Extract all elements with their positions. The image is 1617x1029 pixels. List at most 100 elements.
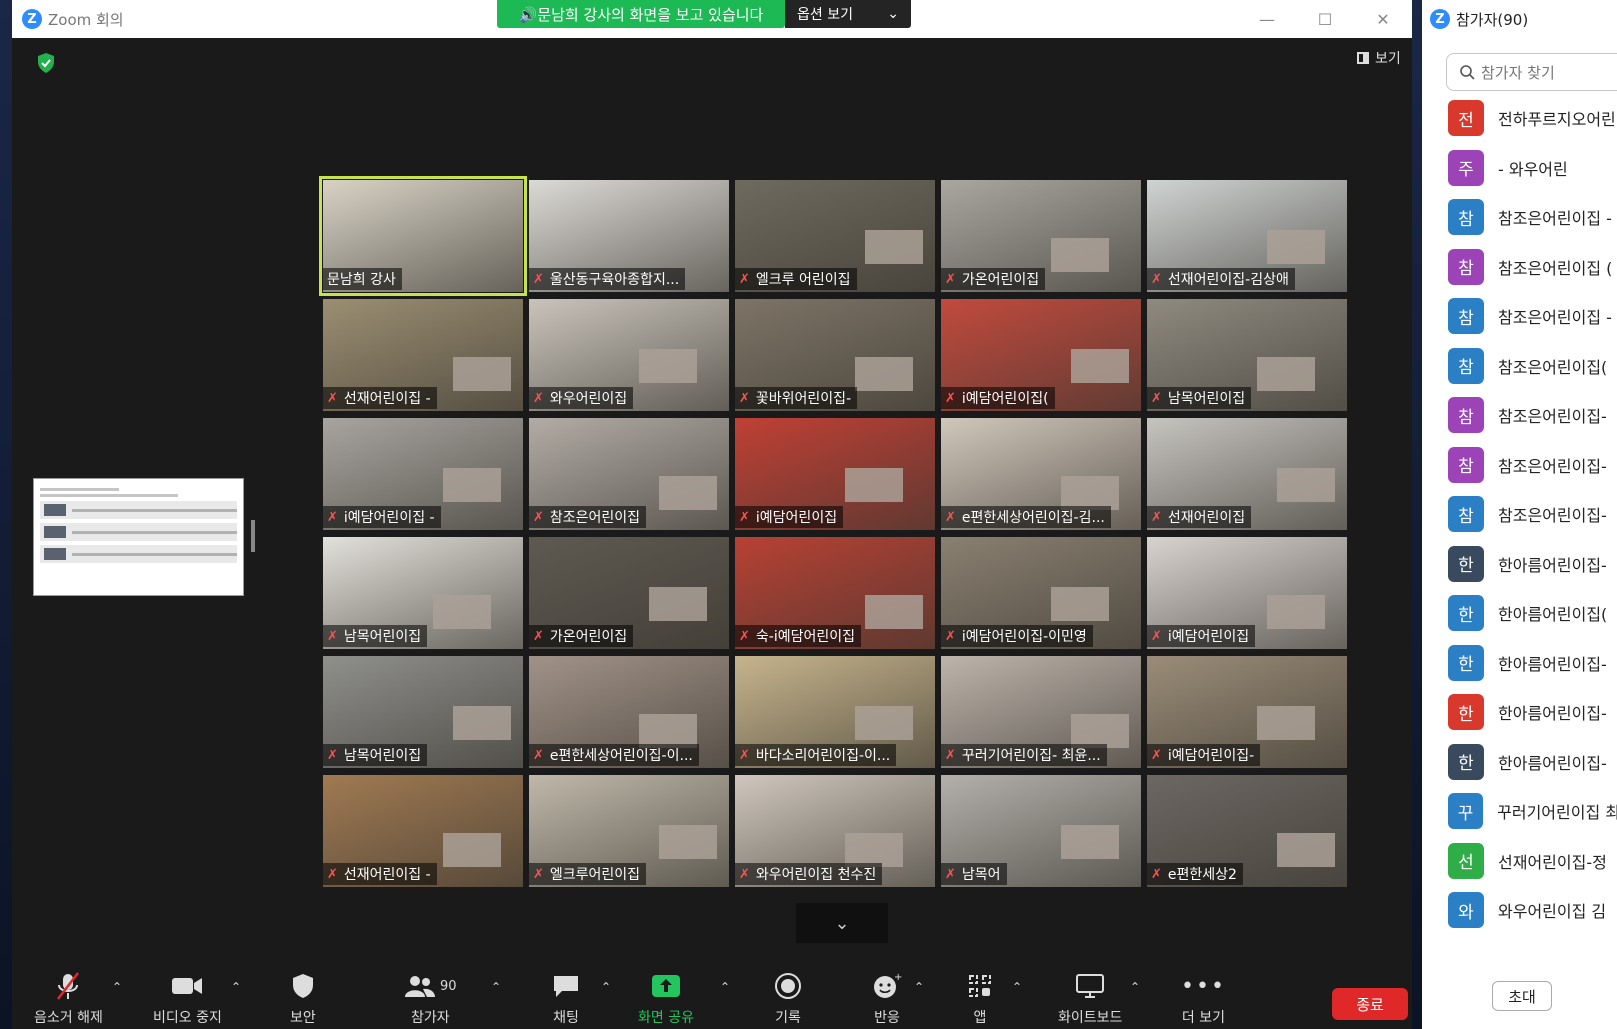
audio-options-caret[interactable]: ⌃ bbox=[112, 980, 122, 994]
video-tile[interactable]: ✗ 울산동구육아종합지... bbox=[529, 180, 729, 292]
participant-list-item[interactable]: 전 전하푸르지오어린 bbox=[1422, 98, 1617, 138]
participant-name: 한아름어린이집- bbox=[1498, 704, 1607, 723]
video-tile[interactable]: ✗ 남목어린이집 bbox=[323, 656, 523, 768]
share-options-caret[interactable]: ⌃ bbox=[720, 980, 730, 994]
participant-list-item[interactable]: 와 와우어린이집 김 bbox=[1422, 890, 1617, 930]
invite-button[interactable]: 초대 bbox=[1492, 981, 1552, 1011]
apps-button[interactable]: 앱 bbox=[967, 970, 993, 1027]
participants-panel: Z 참가자(90) 참가자 찾기 전 전하푸르지오어린 주 - 와우어린 참 참조은어린이… bbox=[1422, 0, 1617, 1029]
video-tile[interactable]: ✗ 가온어린이집 bbox=[529, 537, 729, 649]
video-tile[interactable]: ✗ e편한세상어린이집-이... bbox=[529, 656, 729, 768]
next-page-button[interactable]: ⌄ bbox=[796, 903, 888, 943]
video-tile[interactable]: ✗ i예담어린이집-이민영 bbox=[941, 537, 1141, 649]
participant-name: 와우어린이집 김 bbox=[1498, 902, 1607, 921]
video-tile[interactable]: ✗ 숙-i예담어린이집 bbox=[735, 537, 935, 649]
participant-list-item[interactable]: 참 참조은어린이집- bbox=[1422, 494, 1617, 534]
encryption-shield-icon[interactable] bbox=[36, 52, 56, 74]
whiteboard-options-caret[interactable]: ⌃ bbox=[1130, 980, 1140, 994]
avatar: 한 bbox=[1448, 644, 1484, 681]
participant-name: 꾸러기어린이집 최 bbox=[1497, 803, 1617, 822]
video-tile[interactable]: ✗ 남목어린이집 bbox=[323, 537, 523, 649]
more-label: 더 보기 bbox=[1181, 1010, 1226, 1026]
mic-muted-icon: ✗ bbox=[945, 390, 956, 406]
participants-button[interactable]: 90 참가자 bbox=[404, 970, 457, 1027]
participant-list-item[interactable]: 선 선재어린이집-정 bbox=[1422, 841, 1617, 881]
participant-list-item[interactable]: 참 참조은어린이집 - bbox=[1422, 296, 1617, 336]
video-tile[interactable]: ✗ 꽃바위어린이집- bbox=[735, 299, 935, 411]
privacy-blur bbox=[639, 714, 697, 748]
video-tile[interactable]: ✗ 와우어린이집 천수진 bbox=[735, 775, 935, 887]
maximize-icon[interactable]: ☐ bbox=[1296, 0, 1354, 38]
more-button[interactable]: ••• 더 보기 bbox=[1181, 970, 1226, 1027]
participant-list-item[interactable]: 참 참조은어린이집- bbox=[1422, 395, 1617, 435]
view-layout-button[interactable]: 보기 bbox=[1357, 48, 1401, 68]
tile-name: 꾸러기어린이집- 최윤... bbox=[961, 748, 1101, 764]
video-tile[interactable]: ✗ 바다소리어린이집-이... bbox=[735, 656, 935, 768]
tile-name: 문남희 강사 bbox=[327, 272, 396, 288]
close-icon[interactable]: ✕ bbox=[1354, 0, 1412, 38]
record-button[interactable]: 기록 bbox=[774, 970, 802, 1027]
video-tile[interactable]: ✗ 선재어린이집 bbox=[1147, 418, 1347, 530]
video-tile[interactable]: ✗ 참조은어린이집 bbox=[529, 418, 729, 530]
participant-list-item[interactable]: 참 참조은어린이집- bbox=[1422, 445, 1617, 485]
video-tile[interactable]: ✗ 가온어린이집 bbox=[941, 180, 1141, 292]
video-tile[interactable]: ✗ 남목어린이집 bbox=[1147, 299, 1347, 411]
participants-options-caret[interactable]: ⌃ bbox=[491, 980, 501, 994]
chat-icon bbox=[554, 976, 578, 997]
participant-list-item[interactable]: 주 - 와우어린 bbox=[1422, 148, 1617, 188]
video-tile[interactable]: ✗ e편한세상2 bbox=[1147, 775, 1347, 887]
share-screen-button[interactable]: 화면 공유 bbox=[638, 970, 694, 1027]
video-tile[interactable]: ✗ i예담어린이집- bbox=[1147, 656, 1347, 768]
avatar: 참 bbox=[1448, 298, 1484, 334]
video-tile[interactable]: ✗ i예담어린이집( bbox=[941, 299, 1141, 411]
participant-list-item[interactable]: 한 한아름어린이집( bbox=[1422, 593, 1617, 633]
video-tile[interactable]: ✗ 남목어 bbox=[941, 775, 1141, 887]
stop-video-button[interactable]: 비디오 중지 bbox=[153, 970, 222, 1027]
participants-icon bbox=[405, 976, 435, 997]
reactions-options-caret[interactable]: ⌃ bbox=[914, 980, 924, 994]
tile-name: i예담어린이집 bbox=[1167, 629, 1250, 645]
video-tile[interactable]: ✗ 선재어린이집-김상애 bbox=[1147, 180, 1347, 292]
video-tile[interactable]: ✗ 꾸러기어린이집- 최윤... bbox=[941, 656, 1141, 768]
stop-video-label: 비디오 중지 bbox=[153, 1010, 222, 1026]
view-options-button[interactable]: 옵션 보기 ⌄ bbox=[785, 0, 911, 28]
video-tile[interactable]: ✗ e편한세상어린이집-김... bbox=[941, 418, 1141, 530]
video-tile[interactable]: ✗ i예담어린이집 bbox=[735, 418, 935, 530]
tile-name: 선재어린이집 bbox=[1167, 510, 1246, 526]
participant-list-item[interactable]: 참 참조은어린이집 ( bbox=[1422, 247, 1617, 287]
shared-screen-thumbnail[interactable] bbox=[33, 478, 244, 596]
video-options-caret[interactable]: ⌃ bbox=[231, 980, 241, 994]
participant-list-item[interactable]: 한 한아름어린이집- bbox=[1422, 692, 1617, 732]
whiteboard-icon bbox=[1076, 974, 1105, 998]
privacy-blur bbox=[1257, 357, 1315, 391]
reactions-button[interactable]: + 반응 bbox=[872, 970, 902, 1027]
participant-list-item[interactable]: 한 한아름어린이집- bbox=[1422, 742, 1617, 782]
participant-list-item[interactable]: 참 참조은어린이집 - bbox=[1422, 197, 1617, 237]
video-tile[interactable]: ✗ 선재어린이집 - bbox=[323, 775, 523, 887]
split-view-handle[interactable] bbox=[251, 520, 255, 552]
minimize-icon[interactable]: — bbox=[1238, 0, 1296, 38]
participant-search-input[interactable]: 참가자 찾기 bbox=[1446, 53, 1617, 91]
whiteboard-button[interactable]: 화이트보드 bbox=[1058, 970, 1122, 1027]
video-tile[interactable]: ✗ 선재어린이집 - bbox=[323, 299, 523, 411]
participant-list-item[interactable]: 한 한아름어린이집- bbox=[1422, 544, 1617, 584]
video-tile[interactable]: ✗ 엘크루 어린이집 bbox=[735, 180, 935, 292]
chat-button[interactable]: 채팅 bbox=[552, 970, 580, 1027]
mic-muted-icon: ✗ bbox=[327, 390, 338, 406]
privacy-blur bbox=[1071, 349, 1129, 383]
participant-name-label: ✗ 선재어린이집 bbox=[1147, 506, 1252, 528]
chat-options-caret[interactable]: ⌃ bbox=[601, 980, 611, 994]
tile-name: i예담어린이집 - bbox=[343, 510, 435, 526]
unmute-button[interactable]: 음소거 해제 bbox=[34, 970, 103, 1027]
video-tile[interactable]: ✗ i예담어린이집 bbox=[1147, 537, 1347, 649]
participant-list-item[interactable]: 참 참조은어린이집( bbox=[1422, 346, 1617, 386]
video-tile[interactable]: ✗ 엘크루어린이집 bbox=[529, 775, 729, 887]
video-tile[interactable]: ✗ i예담어린이집 - bbox=[323, 418, 523, 530]
end-meeting-button[interactable]: 종료 bbox=[1332, 988, 1408, 1020]
apps-options-caret[interactable]: ⌃ bbox=[1012, 980, 1022, 994]
security-button[interactable]: 보안 bbox=[290, 970, 316, 1027]
video-tile[interactable]: 문남희 강사 bbox=[319, 176, 527, 296]
participant-list-item[interactable]: 꾸 꾸러기어린이집 최 bbox=[1422, 791, 1617, 831]
video-tile[interactable]: ✗ 와우어린이집 bbox=[529, 299, 729, 411]
participant-list-item[interactable]: 한 한아름어린이집- bbox=[1422, 643, 1617, 683]
